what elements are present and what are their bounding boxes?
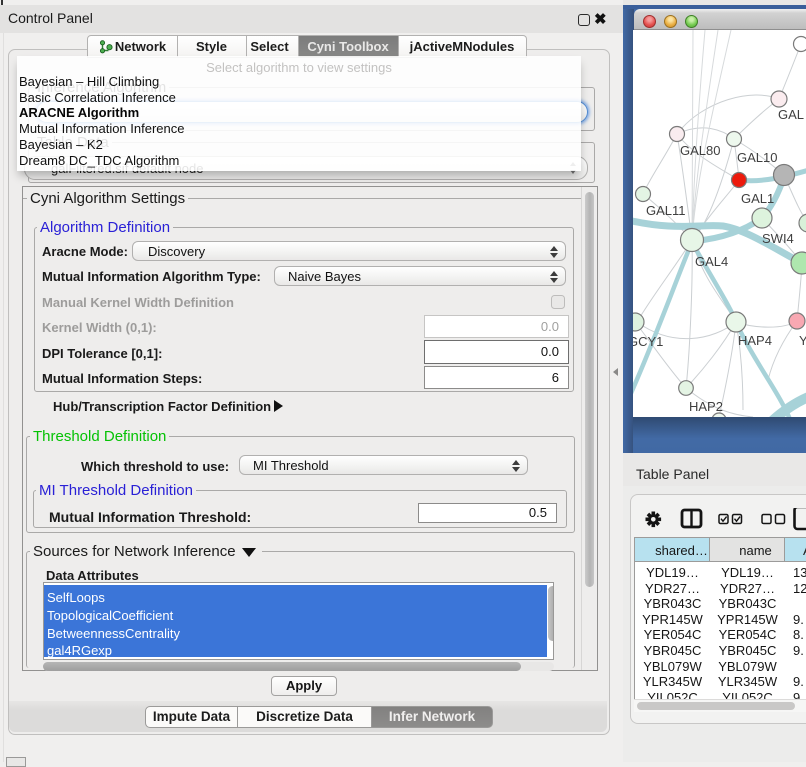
svg-text:GAL4: GAL4 [695, 254, 728, 269]
svg-text:GAL1: GAL1 [741, 191, 774, 206]
svg-text:GAL: GAL [778, 107, 804, 122]
svg-text:Y: Y [799, 333, 806, 348]
svg-text:GAL80: GAL80 [680, 143, 720, 158]
svg-text:GAL11: GAL11 [646, 203, 686, 218]
svg-text:HAP2: HAP2 [689, 399, 723, 414]
svg-text:SWI4: SWI4 [762, 231, 794, 246]
svg-text:GCY1: GCY1 [633, 334, 663, 349]
svg-text:GAL10: GAL10 [737, 150, 777, 165]
svg-text:HAP4: HAP4 [738, 333, 772, 348]
